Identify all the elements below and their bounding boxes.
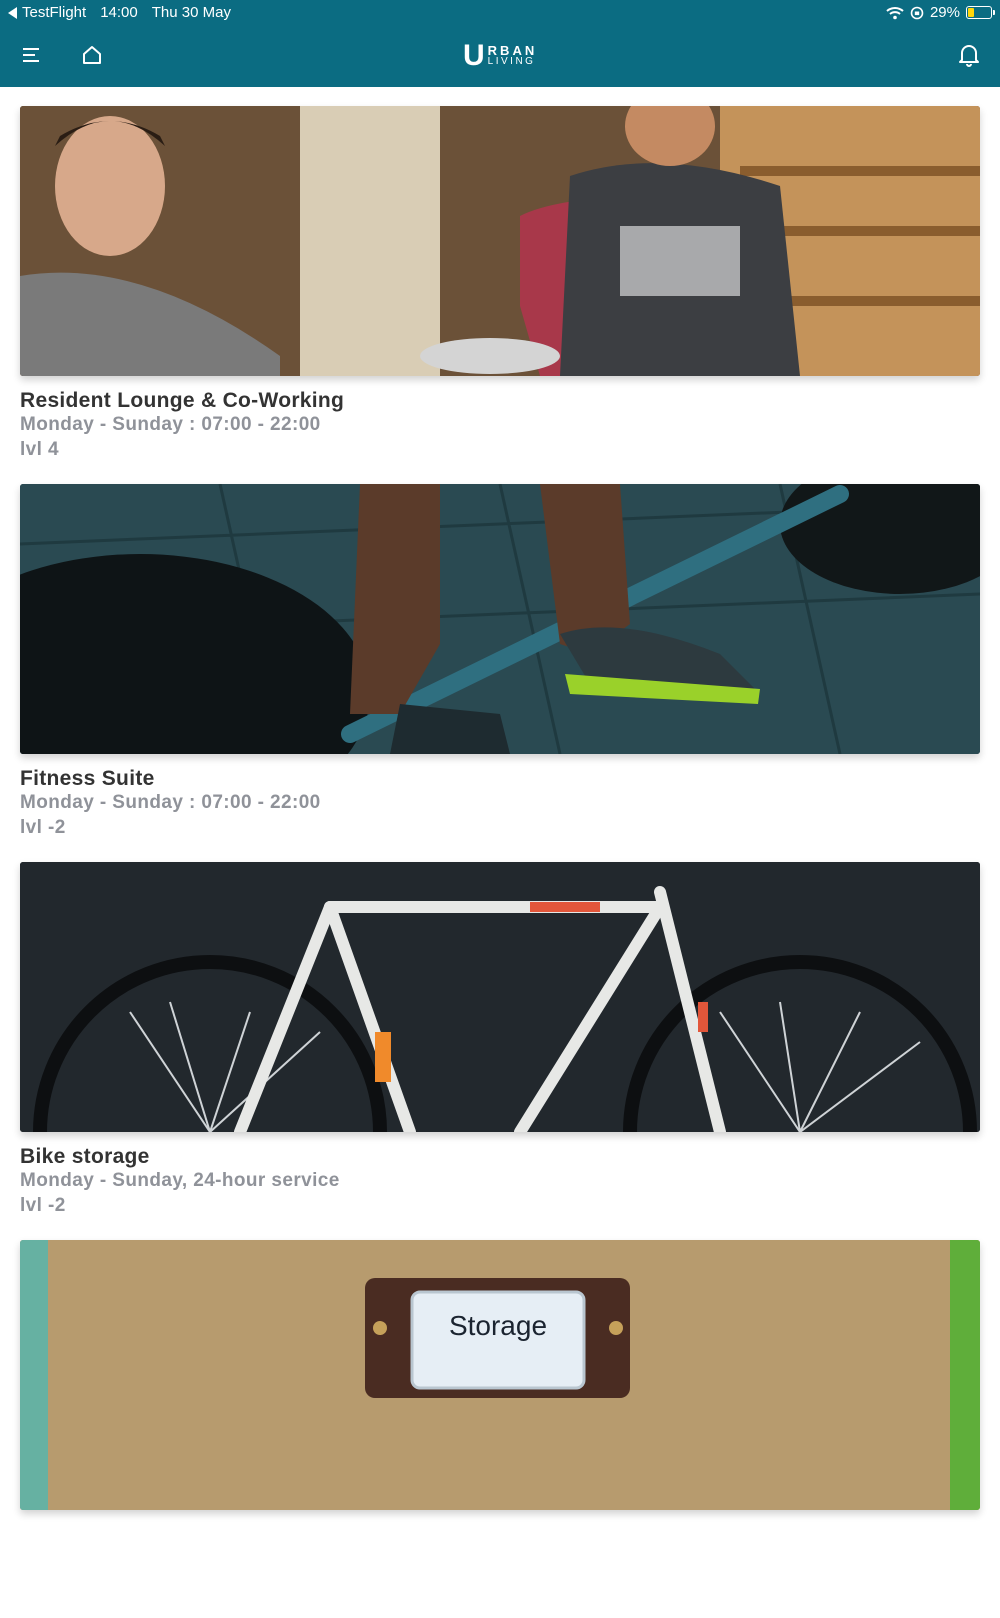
menu-icon[interactable] xyxy=(18,42,44,68)
amenity-card-lounge[interactable]: Resident Lounge & Co-Working Monday - Su… xyxy=(20,106,980,484)
battery-icon xyxy=(966,6,995,19)
back-triangle-icon xyxy=(8,6,17,19)
logo-initial: U xyxy=(463,39,485,72)
bike-photo[interactable] xyxy=(20,862,980,1132)
storage-sign-text: Storage xyxy=(449,1310,547,1341)
app-header: TestFlight 14:00 Thu 30 May 29% U RBAN L… xyxy=(0,0,1000,87)
lounge-photo[interactable] xyxy=(20,106,980,376)
amenity-hours: Monday - Sunday : 07:00 - 22:00 xyxy=(20,792,321,813)
amenity-level: lvl -2 xyxy=(20,817,66,838)
amenity-hours: Monday - Sunday, 24-hour service xyxy=(20,1170,340,1191)
notification-bell-icon[interactable] xyxy=(956,42,982,68)
amenity-card-bike[interactable]: Bike storage Monday - Sunday, 24-hour se… xyxy=(20,862,980,1240)
amenity-card-fitness[interactable]: Fitness Suite Monday - Sunday : 07:00 - … xyxy=(20,484,980,862)
home-icon[interactable] xyxy=(79,42,105,68)
back-app-label: TestFlight xyxy=(22,4,87,21)
urban-living-logo[interactable]: U RBAN LIVING xyxy=(463,40,537,72)
logo-word-2: LIVING xyxy=(487,56,536,67)
status-date: Thu 30 May xyxy=(151,4,231,21)
fitness-photo[interactable] xyxy=(20,484,980,754)
amenities-list: Resident Lounge & Co-Working Monday - Su… xyxy=(20,106,980,1618)
logo-word-1: RBAN xyxy=(487,43,538,58)
amenity-card-storage[interactable]: Storage xyxy=(20,1240,980,1618)
orientation-lock-icon xyxy=(910,6,924,19)
back-to-app-link[interactable]: TestFlight xyxy=(8,4,86,21)
storage-photo[interactable]: Storage xyxy=(20,1240,980,1510)
amenity-level: lvl 4 xyxy=(20,439,59,460)
status-bar: TestFlight 14:00 Thu 30 May 29% xyxy=(0,0,1000,26)
amenity-hours: Monday - Sunday : 07:00 - 22:00 xyxy=(20,414,321,435)
amenity-level: lvl -2 xyxy=(20,1195,66,1216)
amenity-title: Bike storage xyxy=(20,1145,150,1168)
status-time: 14:00 xyxy=(100,4,138,21)
amenity-title: Resident Lounge & Co-Working xyxy=(20,389,345,412)
amenity-title: Fitness Suite xyxy=(20,767,155,790)
battery-percent: 29% xyxy=(929,4,960,21)
wifi-icon xyxy=(886,6,904,19)
